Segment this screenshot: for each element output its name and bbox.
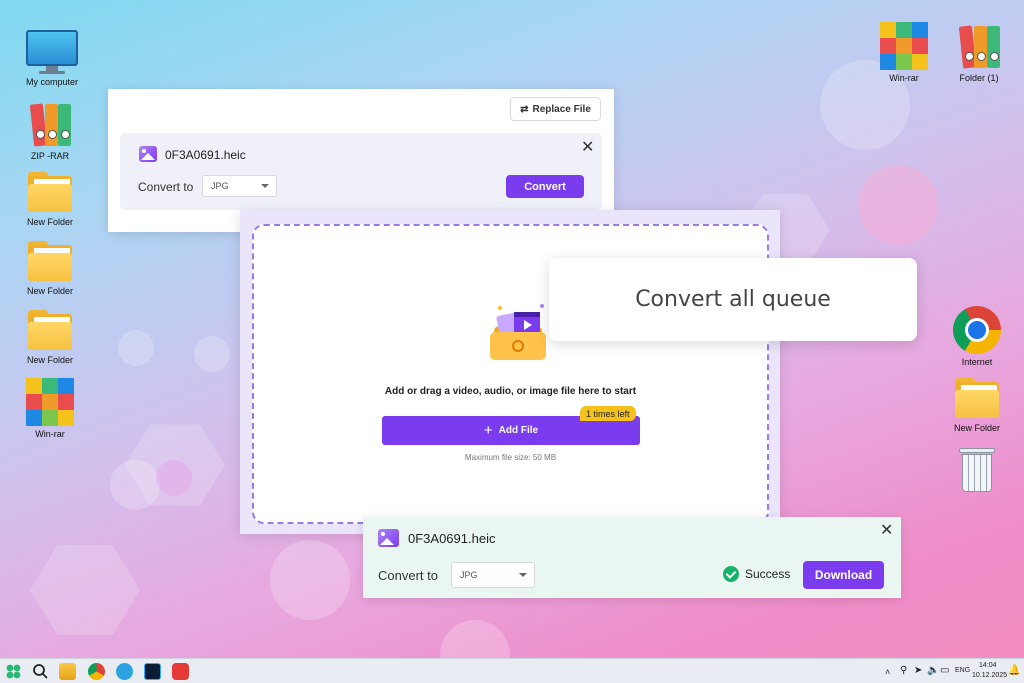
chevron-down-icon	[261, 184, 269, 188]
close-icon[interactable]: ✕	[880, 523, 893, 539]
monitor-icon	[26, 30, 78, 74]
replace-file-button[interactable]: ⇄ Replace File	[510, 97, 601, 121]
chevron-down-icon	[519, 573, 527, 577]
folder-icon	[26, 308, 74, 352]
close-icon[interactable]: ✕	[581, 140, 594, 156]
desktop-icon-zip-rar[interactable]: ZIP -RAR	[15, 100, 85, 161]
usage-badge: 1 times left	[580, 406, 636, 421]
convert-to-label: Convert to	[378, 568, 438, 583]
desktop-icon-win-rar[interactable]: Win-rar	[869, 22, 939, 83]
hexagon	[30, 545, 140, 635]
desktop-icon-label: New Folder	[26, 355, 73, 365]
format-value: JPG	[460, 570, 478, 580]
image-file-icon	[378, 529, 399, 547]
bokeh	[858, 165, 938, 245]
desktop-icon-label: ZIP -RAR	[30, 151, 70, 161]
desktop-icon-label: Win-rar	[35, 429, 65, 439]
status-success: Success	[723, 566, 790, 582]
format-select[interactable]: JPG	[451, 562, 535, 588]
chrome-icon	[953, 306, 1001, 354]
desktop-icon-internet[interactable]: Internet	[942, 306, 1012, 367]
search-icon[interactable]	[32, 663, 49, 680]
desktop-icon-folder-1[interactable]: Folder (1)	[944, 22, 1014, 83]
clock-date[interactable]: 10.12.2025	[972, 672, 1007, 679]
format-value: JPG	[211, 181, 229, 191]
replace-file-label: Replace File	[532, 103, 591, 115]
media-folder-icon	[490, 304, 546, 360]
file-name: 0F3A0691.heic	[165, 148, 246, 162]
folder-icon	[26, 239, 74, 283]
desktop-icon-win-rar[interactable]: Win-rar	[15, 378, 85, 439]
convert-button[interactable]: Convert	[506, 175, 584, 198]
desktop-icon-label: Folder (1)	[959, 73, 999, 83]
bokeh	[270, 540, 350, 620]
download-button[interactable]: Download	[803, 561, 884, 589]
callout-label: Convert all queue	[549, 258, 917, 341]
desktop-icon-label: New Folder	[26, 217, 73, 227]
battery-icon[interactable]: ▭	[940, 665, 949, 676]
file-explorer-icon[interactable]	[59, 663, 76, 680]
notification-bell-icon[interactable]: 🔔	[1008, 665, 1020, 676]
winrar-icon	[26, 378, 74, 426]
network-icon[interactable]: ⚲	[900, 665, 907, 676]
max-file-size: Maximum file size: 50 MB	[464, 453, 557, 462]
clock-time[interactable]: 14:04	[979, 662, 997, 669]
plus-icon: +	[483, 422, 493, 439]
desktop-icon-recycle-bin[interactable]	[942, 446, 1012, 494]
desktop-icon-new-folder[interactable]: New Folder	[15, 239, 85, 296]
trash-icon	[957, 446, 997, 494]
convert-to-label: Convert to	[138, 180, 194, 194]
check-circle-icon	[723, 566, 739, 582]
bokeh	[194, 336, 230, 372]
binders-icon	[955, 22, 1003, 70]
start-icon[interactable]	[5, 663, 22, 680]
desktop-icon-label: Win-rar	[889, 73, 919, 83]
winrar-icon	[880, 22, 928, 70]
telegram-icon[interactable]	[116, 663, 133, 680]
photoshop-icon[interactable]	[144, 663, 161, 680]
volume-icon[interactable]: 🔈	[927, 665, 939, 676]
desktop-icon-label: Internet	[961, 357, 993, 367]
binders-icon	[26, 100, 74, 148]
desktop-icon-label: New Folder	[953, 423, 1000, 433]
converter-panel-bottom: 0F3A0691.heic ✕ Convert to JPG Success D…	[363, 517, 901, 598]
dropzone-instruction: Add or drag a video, audio, or image fil…	[384, 386, 637, 397]
file-card: 0F3A0691.heic ✕ Convert to JPG Convert	[120, 133, 602, 210]
format-select[interactable]: JPG	[202, 175, 277, 197]
desktop-icon-label: New Folder	[26, 286, 73, 296]
telegram-tray-icon[interactable]: ➤	[914, 665, 922, 676]
desktop-icon-new-folder[interactable]: New Folder	[15, 170, 85, 227]
folder-icon	[953, 376, 1001, 420]
image-file-icon	[139, 146, 157, 162]
app-icon[interactable]	[172, 663, 189, 680]
desktop-icon-label: My computer	[25, 77, 78, 87]
desktop-icon-new-folder[interactable]: New Folder	[15, 308, 85, 365]
desktop-icon-my-computer[interactable]: My computer	[17, 30, 87, 87]
bokeh	[118, 330, 154, 366]
language-indicator[interactable]: ENG	[955, 667, 970, 674]
chrome-icon[interactable]	[88, 663, 105, 680]
chevron-up-icon[interactable]: ˄	[885, 667, 890, 677]
status-text: Success	[745, 567, 791, 581]
desktop-icon-new-folder[interactable]: New Folder	[942, 376, 1012, 433]
file-name: 0F3A0691.heic	[408, 531, 496, 546]
taskbar: ˄ ⚲ ➤ 🔈 ▭ ENG 14:04 10.12.2025 🔔	[0, 658, 1024, 683]
folder-icon	[26, 170, 74, 214]
swap-icon: ⇄	[520, 103, 529, 115]
add-file-label: Add File	[498, 425, 539, 436]
